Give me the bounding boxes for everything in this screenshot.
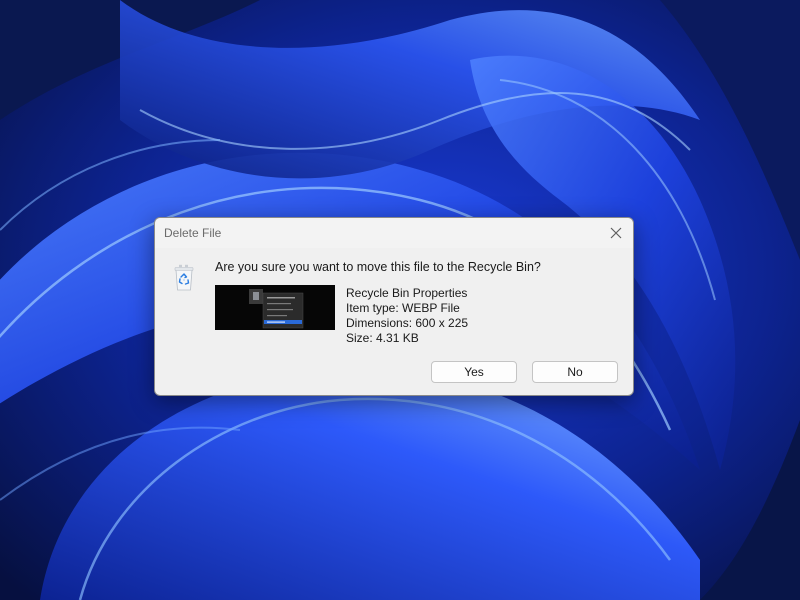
dialog-titlebar[interactable]: Delete File bbox=[155, 218, 633, 248]
thumbnail-image bbox=[215, 285, 335, 330]
recycle-bin-icon bbox=[173, 264, 195, 292]
delete-file-dialog: Delete File Are you sure you want to mov… bbox=[154, 217, 634, 396]
file-name: Recycle Bin Properties bbox=[346, 286, 468, 300]
close-icon bbox=[610, 227, 622, 239]
file-item-type: Item type: WEBP File bbox=[346, 301, 460, 315]
file-details: Recycle Bin Properties Item type: WEBP F… bbox=[346, 286, 468, 346]
file-dimensions: Dimensions: 600 x 225 bbox=[346, 316, 469, 330]
file-thumbnail bbox=[215, 285, 335, 330]
close-button[interactable] bbox=[603, 221, 629, 245]
file-size: Size: 4.31 KB bbox=[346, 331, 419, 345]
no-button[interactable]: No bbox=[532, 361, 618, 383]
yes-button[interactable]: Yes bbox=[431, 361, 517, 383]
confirm-question: Are you sure you want to move this file … bbox=[215, 260, 541, 274]
dialog-title: Delete File bbox=[164, 226, 222, 240]
